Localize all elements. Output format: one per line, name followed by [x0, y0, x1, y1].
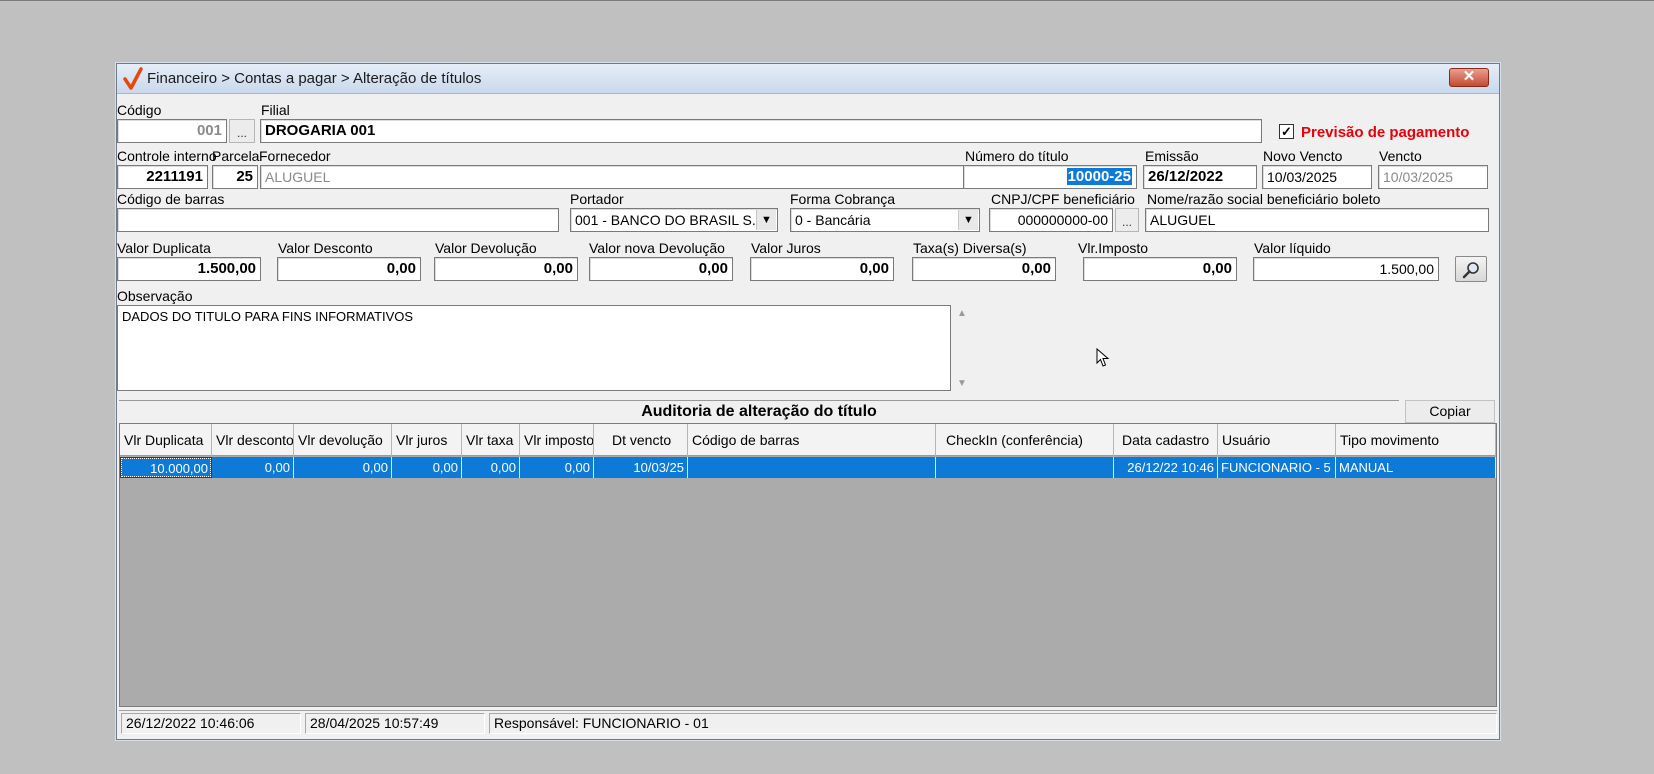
forma-cobranca-select[interactable]: 0 - Bancária ▼: [790, 208, 980, 232]
screen-top-border: [0, 0, 1654, 1]
numero-titulo-field[interactable]: 10000-25: [963, 165, 1137, 189]
forma-cobranca-label: Forma Cobrança: [790, 191, 896, 207]
table-cell[interactable]: 0,00: [392, 457, 462, 478]
column-header[interactable]: CheckIn (conferência): [936, 424, 1114, 456]
novo-vencto-label: Novo Vencto: [1263, 148, 1343, 164]
vlr-imposto-field[interactable]: 0,00: [1083, 257, 1237, 281]
table-cell[interactable]: 0,00: [294, 457, 392, 478]
column-header[interactable]: Vlr imposto: [520, 424, 594, 456]
table-cell[interactable]: 10/03/25: [594, 457, 688, 478]
valor-duplicata-field[interactable]: 1.500,00: [117, 257, 261, 281]
codigo-barras-field[interactable]: [117, 208, 559, 232]
column-header[interactable]: Vlr Duplicata: [120, 424, 212, 456]
chevron-down-icon[interactable]: ▼: [958, 210, 978, 230]
taxas-diversas-label: Taxa(s) Diversa(s): [913, 240, 1027, 256]
fornecedor-label: Fornecedor: [259, 148, 331, 164]
table-cell[interactable]: 0,00: [462, 457, 520, 478]
column-header[interactable]: Vlr devolução: [294, 424, 392, 456]
valor-juros-label: Valor Juros: [751, 240, 821, 256]
observacao-label: Observação: [117, 288, 193, 304]
forma-cobranca-value: 0 - Bancária: [795, 212, 871, 228]
search-button[interactable]: [1455, 256, 1487, 282]
table-row[interactable]: 10.000,00 0,00 0,00 0,00 0,00 0,00 10/03…: [120, 457, 1496, 478]
checkmark-logo-icon: [123, 67, 143, 90]
valor-liquido-field[interactable]: 1.500,00: [1253, 257, 1439, 281]
cnpj-field[interactable]: 000000000-00: [989, 208, 1113, 232]
numero-titulo-label: Número do título: [965, 148, 1069, 164]
controle-interno-field[interactable]: 2211191: [117, 165, 208, 189]
fornecedor-field[interactable]: ALUGUEL: [260, 165, 1068, 189]
table-cell[interactable]: 0,00: [212, 457, 294, 478]
valor-devolucao-field[interactable]: 0,00: [434, 257, 578, 281]
taxas-diversas-field[interactable]: 0,00: [912, 257, 1056, 281]
scroll-up-icon[interactable]: ▲: [957, 308, 967, 319]
mouse-cursor-icon: [1096, 348, 1110, 367]
numero-titulo-selected-text: 10000-25: [1066, 168, 1132, 185]
valor-nova-devolucao-label: Valor nova Devolução: [589, 240, 725, 256]
table-cell[interactable]: 26/12/22 10:46: [1114, 457, 1218, 478]
filial-label: Filial: [261, 102, 290, 118]
observacao-textarea[interactable]: DADOS DO TITULO PARA FINS INFORMATIVOS: [117, 305, 951, 391]
nome-beneficiario-label: Nome/razão social beneficiário boleto: [1147, 191, 1381, 207]
parcela-field[interactable]: 25: [212, 165, 258, 189]
status-bar: 26/12/2022 10:46:06 28/04/2025 10:57:49 …: [119, 710, 1497, 734]
table-cell[interactable]: MANUAL: [1336, 457, 1496, 478]
chevron-down-icon[interactable]: ▼: [756, 210, 776, 230]
codigo-label: Código: [117, 102, 162, 118]
column-header[interactable]: Data cadastro: [1114, 424, 1218, 456]
vencto-label: Vencto: [1379, 148, 1422, 164]
column-header[interactable]: Vlr desconto: [212, 424, 294, 456]
portador-label: Portador: [570, 191, 624, 207]
copy-button[interactable]: Copiar: [1405, 400, 1495, 423]
codigo-lookup-button[interactable]: ...: [229, 119, 255, 143]
title-bar[interactable]: Financeiro > Contas a pagar > Alteração …: [117, 64, 1499, 94]
controle-interno-label: Controle interno: [117, 148, 217, 164]
valor-juros-field[interactable]: 0,00: [750, 257, 894, 281]
valor-duplicata-label: Valor Duplicata: [117, 240, 211, 256]
main-window: Financeiro > Contas a pagar > Alteração …: [116, 63, 1500, 740]
vencto-field[interactable]: 10/03/2025: [1378, 165, 1488, 189]
magnifier-icon: [1462, 262, 1479, 279]
column-header[interactable]: Usuário: [1218, 424, 1336, 456]
cnpj-lookup-button[interactable]: ...: [1115, 208, 1139, 232]
portador-value: 001 - BANCO DO BRASIL S.A: [575, 212, 766, 228]
parcela-label: Parcela: [212, 148, 260, 164]
table-cell[interactable]: 0,00: [520, 457, 594, 478]
portador-select[interactable]: 001 - BANCO DO BRASIL S.A ▼: [570, 208, 778, 232]
close-button[interactable]: ✕: [1449, 68, 1489, 87]
previsao-label: Previsão de pagamento: [1301, 124, 1470, 141]
emissao-label: Emissão: [1145, 148, 1199, 164]
cnpj-label: CNPJ/CPF beneficiário: [991, 191, 1135, 207]
audit-title: Auditoria de alteração do título: [119, 400, 1399, 422]
audit-grid[interactable]: Vlr Duplicata Vlr desconto Vlr devolução…: [119, 423, 1497, 707]
previsao-checkbox[interactable]: ✓: [1279, 124, 1294, 139]
window-title: Financeiro > Contas a pagar > Alteração …: [147, 70, 482, 87]
codigo-barras-label: Código de barras: [117, 191, 225, 207]
column-header[interactable]: Vlr juros: [392, 424, 462, 456]
novo-vencto-field[interactable]: 10/03/2025: [1262, 165, 1372, 189]
status-modified: 28/04/2025 10:57:49: [305, 713, 485, 734]
emissao-field[interactable]: 26/12/2022: [1143, 165, 1257, 189]
status-responsavel: Responsável: FUNCIONARIO - 01: [489, 713, 1497, 734]
audit-grid-header: Vlr Duplicata Vlr desconto Vlr devolução…: [120, 424, 1496, 456]
valor-nova-devolucao-field[interactable]: 0,00: [589, 257, 733, 281]
filial-field[interactable]: DROGARIA 001: [260, 119, 1262, 143]
table-cell[interactable]: FUNCIONARIO - 5: [1218, 457, 1336, 478]
column-header[interactable]: Vlr taxa: [462, 424, 520, 456]
table-cell[interactable]: [936, 457, 1114, 478]
column-header[interactable]: Tipo movimento: [1336, 424, 1496, 456]
table-cell[interactable]: [688, 457, 936, 478]
valor-desconto-label: Valor Desconto: [278, 240, 373, 256]
nome-beneficiario-field[interactable]: ALUGUEL: [1145, 208, 1489, 232]
table-cell[interactable]: 10.000,00: [120, 457, 212, 478]
codigo-field[interactable]: 001: [117, 119, 227, 143]
column-header[interactable]: Dt vencto: [594, 424, 688, 456]
scroll-down-icon[interactable]: ▼: [957, 378, 967, 389]
vlr-imposto-label: Vlr.Imposto: [1078, 240, 1149, 256]
valor-liquido-label: Valor líquido: [1254, 240, 1331, 256]
column-header[interactable]: Código de barras: [688, 424, 936, 456]
status-created: 26/12/2022 10:46:06: [121, 713, 301, 734]
valor-devolucao-label: Valor Devolução: [435, 240, 537, 256]
valor-desconto-field[interactable]: 0,00: [277, 257, 421, 281]
